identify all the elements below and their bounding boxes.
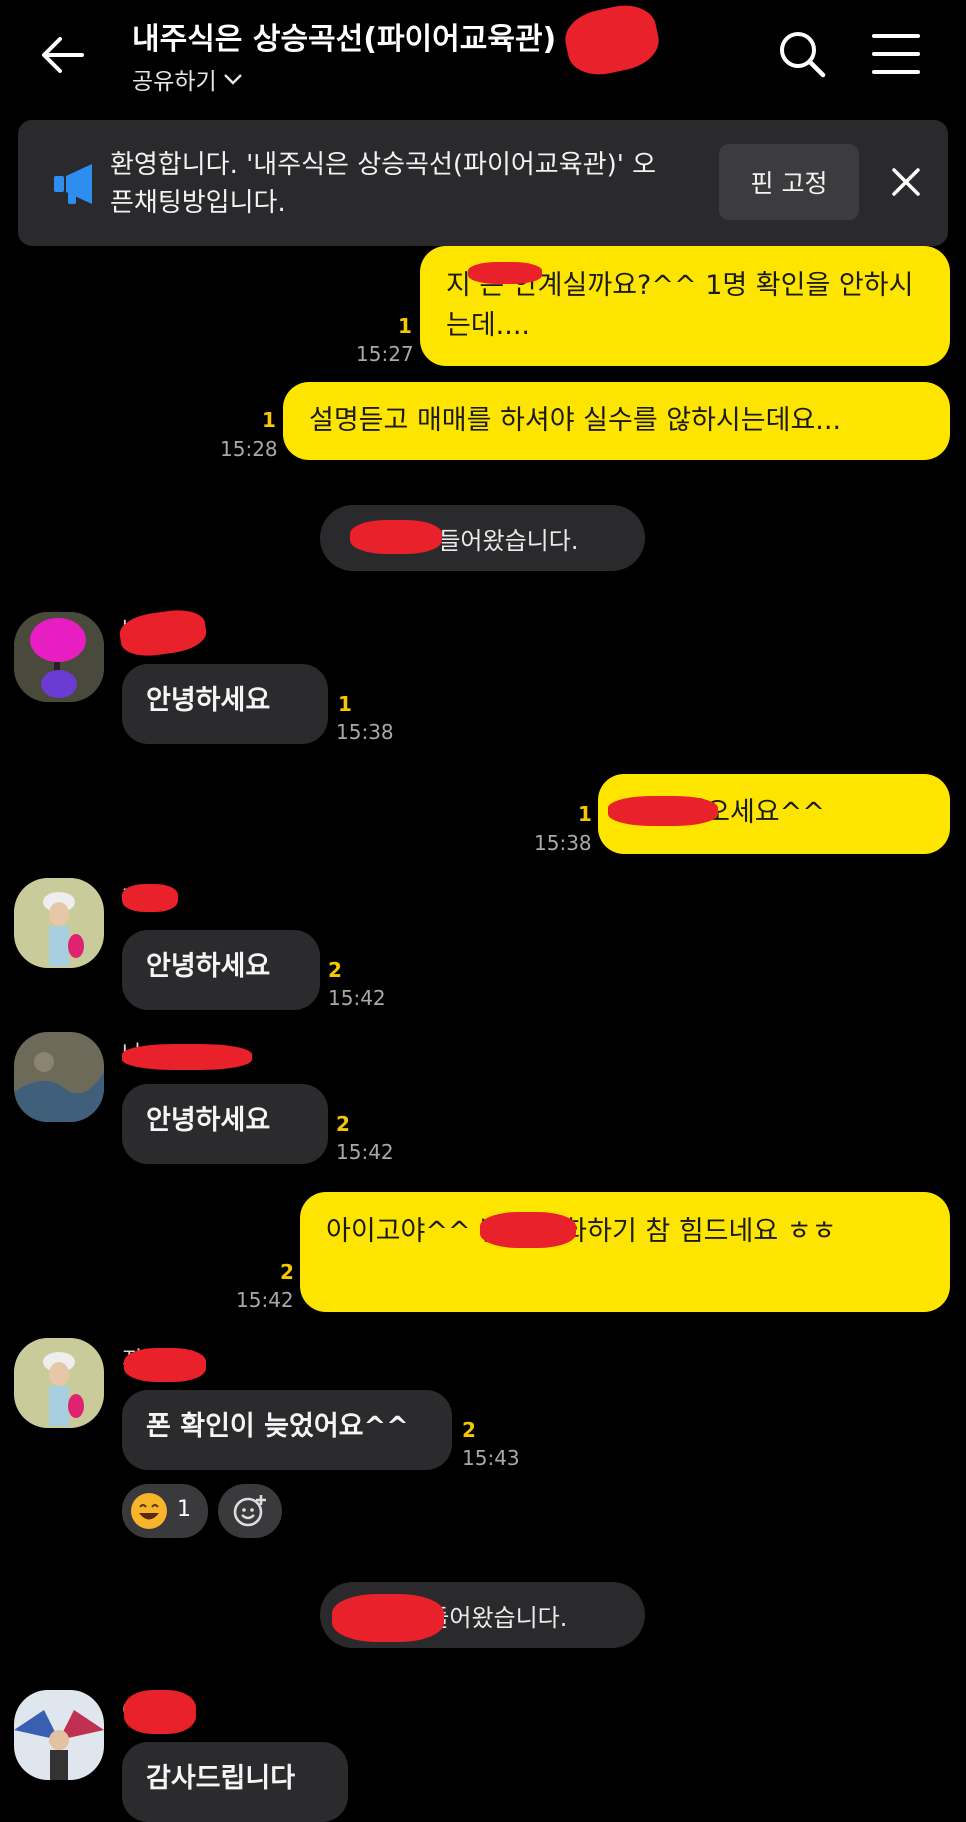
- pin-button[interactable]: 핀 고정: [719, 144, 859, 220]
- notice-text: 환영합니다. '내주식은 상승곡선(파이어교육관)' 오픈채팅방입니다.: [110, 150, 657, 218]
- chat-room-title: 내주식은 상승곡선(파이어교육관): [132, 22, 557, 57]
- reaction-chip[interactable]: 1: [122, 1484, 208, 1538]
- my-message-bubble[interactable]: 아이고야^^ 님과 대화하기 참 힘드네요 ㅎㅎ: [300, 1192, 950, 1312]
- message-time: 15:42: [336, 1140, 394, 1164]
- redaction-mark: [560, 0, 664, 81]
- redaction-mark: [468, 262, 542, 284]
- avatar[interactable]: [14, 612, 104, 702]
- avatar[interactable]: [14, 1338, 104, 1428]
- chevron-down-icon: [223, 74, 242, 85]
- message-time: 15:38: [534, 831, 592, 855]
- their-message-bubble[interactable]: 안녕하세요: [122, 930, 320, 1010]
- redaction-mark: [350, 520, 442, 554]
- redaction-mark: [480, 1212, 576, 1248]
- their-message-bubble[interactable]: 안녕하세요: [122, 1084, 328, 1164]
- unread-count: 1: [262, 408, 276, 432]
- avatar[interactable]: [14, 878, 104, 968]
- grinning-emoji-icon: [131, 1493, 167, 1529]
- redaction-mark: [122, 1044, 252, 1070]
- unread-count: 2: [328, 958, 342, 982]
- redaction-mark: [122, 884, 178, 912]
- notice-banner[interactable]: 환영합니다. '내주식은 상승곡선(파이어교육관)' 오픈채팅방입니다. 핀 고…: [18, 120, 948, 246]
- unread-count: 1: [578, 802, 592, 826]
- megaphone-icon: [52, 162, 104, 206]
- message-time: 15:43: [462, 1446, 520, 1470]
- back-arrow-icon[interactable]: [38, 30, 88, 80]
- their-message-bubble[interactable]: 감사드립니다: [122, 1742, 348, 1822]
- share-button[interactable]: 공유하기: [132, 62, 243, 96]
- add-reaction-icon[interactable]: [218, 1484, 282, 1538]
- unread-count: 1: [398, 314, 412, 338]
- redaction-mark: [332, 1594, 444, 1642]
- message-time: 15:27: [356, 342, 414, 366]
- avatar[interactable]: [14, 1032, 104, 1122]
- search-icon[interactable]: [776, 28, 828, 80]
- unread-count: 1: [338, 692, 352, 716]
- close-icon[interactable]: [888, 164, 924, 200]
- message-time: 15:38: [336, 720, 394, 744]
- redaction-mark: [608, 796, 718, 826]
- message-time: 15:42: [328, 986, 386, 1010]
- message-time: 15:42: [236, 1288, 294, 1312]
- share-label: 공유하기: [132, 69, 217, 95]
- unread-count: 2: [462, 1418, 476, 1442]
- avatar[interactable]: [14, 1690, 104, 1780]
- their-message-bubble[interactable]: 폰 확인이 늦었어요^^: [122, 1390, 452, 1470]
- menu-icon[interactable]: [872, 32, 920, 76]
- redaction-mark: [124, 1690, 196, 1734]
- unread-count: 2: [336, 1112, 350, 1136]
- my-message-bubble[interactable]: 설명듣고 매매를 하셔야 실수를 않하시는데요...: [283, 382, 950, 460]
- redaction-mark: [124, 1348, 206, 1382]
- their-message-bubble[interactable]: 안녕하세요: [122, 664, 328, 744]
- unread-count: 2: [280, 1260, 294, 1284]
- message-time: 15:28: [220, 437, 278, 461]
- reaction-count: 1: [177, 1497, 191, 1522]
